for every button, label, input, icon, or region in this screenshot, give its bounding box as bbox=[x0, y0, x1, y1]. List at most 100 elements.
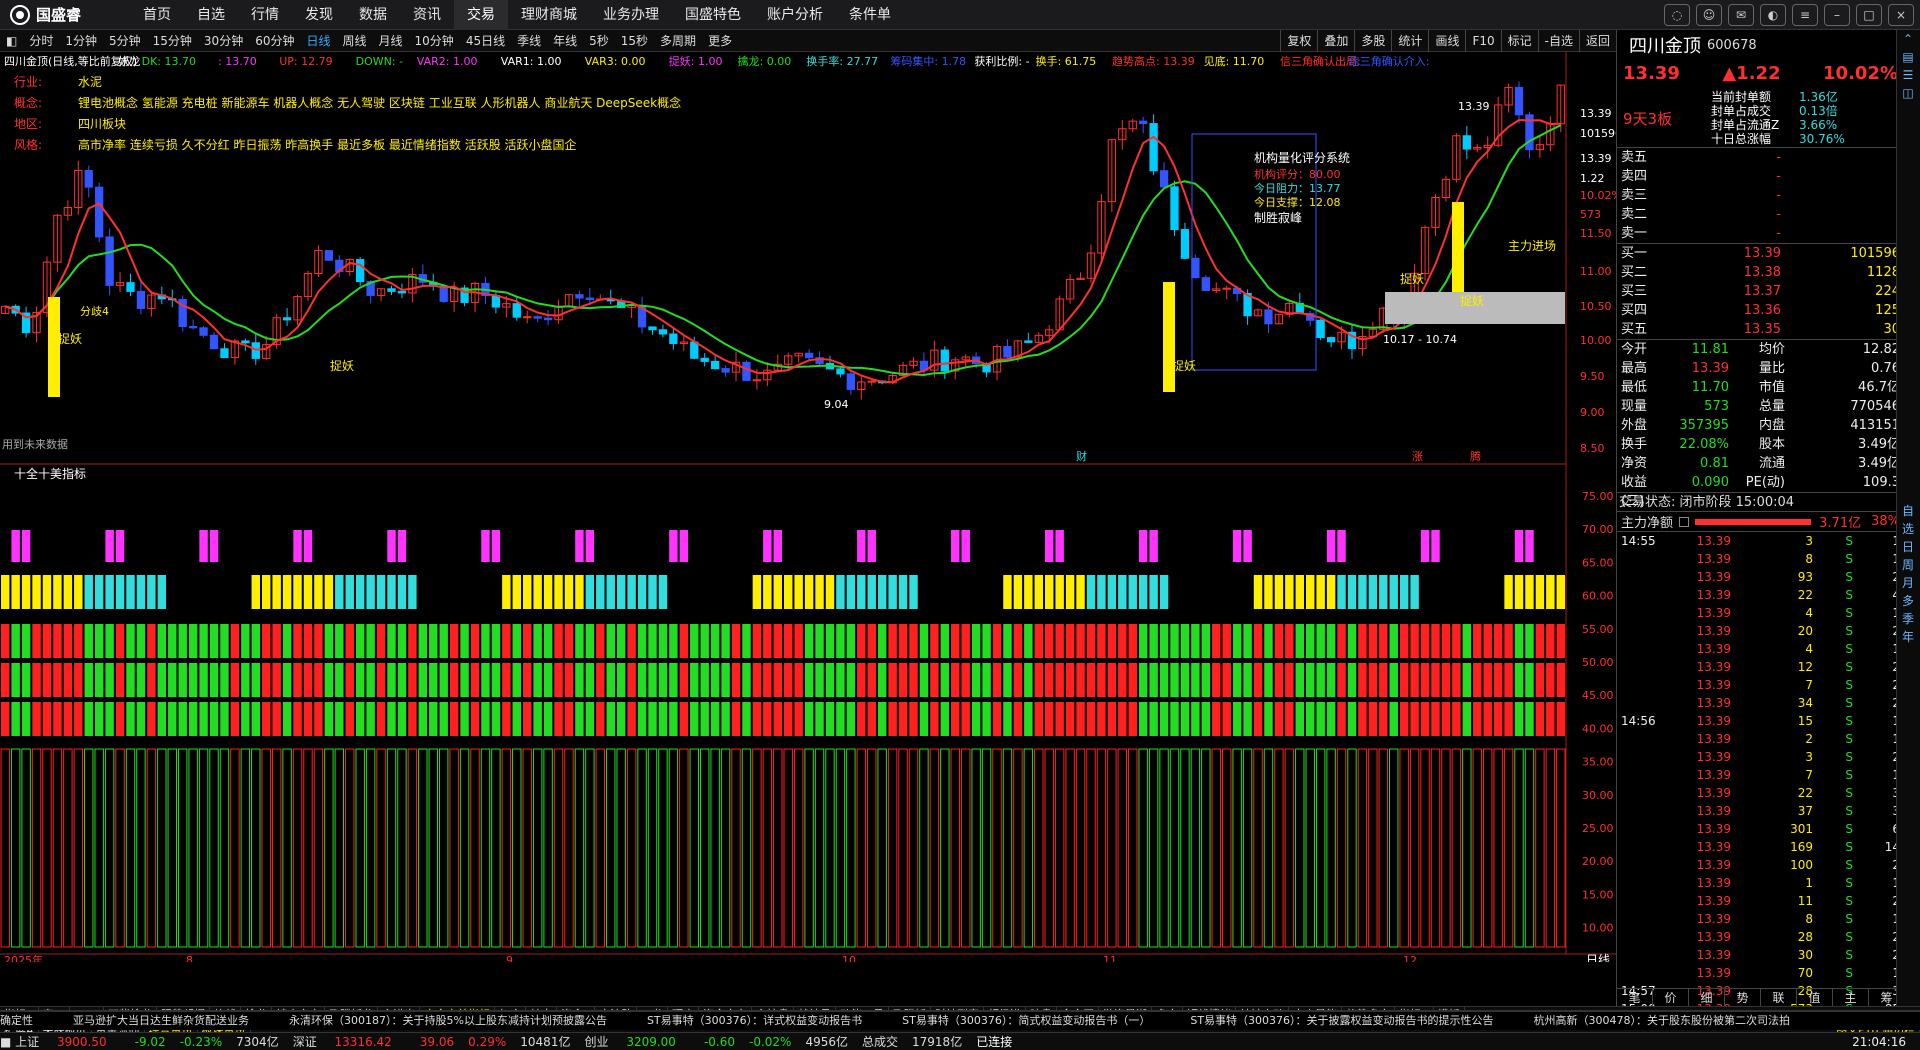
tick-list[interactable]: 14:5513.393S113.398S113.3993S213.3922S41… bbox=[1617, 532, 1904, 1018]
detail-tab[interactable]: 联 bbox=[1761, 989, 1797, 1006]
side-tab[interactable]: 自 bbox=[1897, 502, 1919, 520]
flow-toggle-icon[interactable] bbox=[1679, 516, 1690, 527]
menu-item[interactable]: 行情 bbox=[238, 0, 292, 30]
minimize-icon[interactable]: – bbox=[1824, 4, 1850, 26]
chart-tool[interactable]: F10 bbox=[1465, 30, 1500, 52]
index-sh[interactable]: ■ 上证 3900.50 bbox=[0, 1033, 121, 1050]
period-tab[interactable]: 10分钟 bbox=[409, 30, 460, 52]
menu-item[interactable]: 理财商城 bbox=[508, 0, 590, 30]
user-icon[interactable]: ☺ bbox=[1696, 4, 1722, 26]
menu-item[interactable]: 数据 bbox=[346, 0, 400, 30]
indicator-outline-bar bbox=[1065, 748, 1075, 948]
menu-item[interactable]: 自选 bbox=[184, 0, 238, 30]
indicator-bar bbox=[773, 702, 782, 736]
side-tab[interactable]: 月 bbox=[1897, 574, 1919, 592]
side-tab[interactable]: 年 bbox=[1897, 628, 1919, 646]
menu-item[interactable]: 账户分析 bbox=[754, 0, 836, 30]
chat-icon[interactable]: ◌ bbox=[1664, 4, 1690, 26]
indicator-bar bbox=[293, 624, 302, 658]
period-tab[interactable]: 60分钟 bbox=[249, 30, 300, 52]
news-item[interactable]: 确定性 bbox=[0, 1012, 33, 1029]
indicator-outline-bar bbox=[407, 748, 418, 948]
orderbook-row[interactable]: 买二 13.38 1128 bbox=[1617, 263, 1904, 282]
indicator-outline-bar bbox=[1086, 748, 1096, 948]
orderbook-row[interactable]: 卖二 - bbox=[1617, 205, 1904, 224]
period-tab[interactable]: 多周期 bbox=[654, 30, 702, 52]
chart-tool[interactable]: 画线 bbox=[1428, 30, 1465, 52]
side-tab[interactable]: 选 bbox=[1897, 520, 1919, 538]
menu-icon[interactable]: ≡ bbox=[1792, 4, 1818, 26]
news-item[interactable]: 杭州高新（300478）：关于股东股份被第二次司法拍 bbox=[1534, 1012, 1791, 1029]
period-tab[interactable]: 年线 bbox=[547, 30, 583, 52]
detail-tab[interactable]: 主 bbox=[1833, 989, 1869, 1006]
news-item[interactable]: 永清环保（300187）：关于持股5%以上股东减持计划预披露公告 bbox=[289, 1012, 607, 1029]
menu-item[interactable]: 资讯 bbox=[400, 0, 454, 30]
candle-body bbox=[585, 297, 595, 301]
kline-chart[interactable]: 四川金顶(日线,等比前复权)妖龙 DK: 13.70: 13.70 UP: 12.7… bbox=[0, 52, 1616, 962]
maximize-icon[interactable]: □ bbox=[1856, 4, 1882, 26]
chart-tool[interactable]: 复权 bbox=[1280, 30, 1317, 52]
index-sz[interactable]: 深证 13316.42 bbox=[293, 1033, 406, 1050]
news-item[interactable]: 亚马逊扩大当日达生鲜杂货配送业务 bbox=[73, 1012, 249, 1029]
indicator-bar bbox=[376, 702, 386, 736]
side-tab[interactable]: 日 bbox=[1897, 538, 1919, 556]
index-cy[interactable]: 创业 3209.00 bbox=[584, 1033, 689, 1050]
period-tab[interactable]: 30分钟 bbox=[198, 30, 249, 52]
chart-icon[interactable]: ◫ bbox=[1897, 84, 1919, 102]
orderbook-row[interactable]: 卖三 - bbox=[1617, 186, 1904, 205]
detail-tab[interactable]: 价 bbox=[1653, 989, 1689, 1006]
period-tab[interactable]: 分时 bbox=[23, 30, 59, 52]
news-item[interactable]: ST易事特（300376）：详式权益变动报告书 bbox=[647, 1012, 862, 1029]
indicator-bar bbox=[1034, 663, 1043, 697]
period-tab[interactable]: 15秒 bbox=[615, 30, 654, 52]
period-tab[interactable]: 季线 bbox=[511, 30, 547, 52]
side-tab[interactable]: 季 bbox=[1897, 610, 1919, 628]
detail-tab[interactable]: 笔 bbox=[1617, 989, 1653, 1006]
news-item[interactable]: ST易事特（300376）：简式权益变动报告书（一） bbox=[902, 1012, 1150, 1029]
indicator-outline-bar bbox=[793, 748, 804, 948]
menu-item[interactable]: 业务办理 bbox=[590, 0, 672, 30]
period-tab[interactable]: 周线 bbox=[337, 30, 373, 52]
layout-icon[interactable]: ▤ bbox=[1897, 48, 1919, 66]
menu-item[interactable]: 发现 bbox=[292, 0, 346, 30]
period-tab[interactable]: 月线 bbox=[373, 30, 409, 52]
chart-tool[interactable]: 返回 bbox=[1578, 30, 1616, 52]
menu-item[interactable]: 首页 bbox=[130, 0, 184, 30]
menu-item[interactable]: 交易 bbox=[454, 0, 508, 30]
orderbook-row[interactable]: 卖一 - bbox=[1617, 224, 1904, 243]
chart-tool[interactable]: 统计 bbox=[1391, 30, 1428, 52]
chart-tool[interactable]: 多股 bbox=[1354, 30, 1391, 52]
close-icon[interactable]: × bbox=[1888, 4, 1914, 26]
detail-tab[interactable]: 值 bbox=[1797, 989, 1833, 1006]
chart-tool[interactable]: -自选 bbox=[1537, 30, 1579, 52]
period-tab[interactable]: 45日线 bbox=[460, 30, 511, 52]
toggle-icon[interactable]: ◧ bbox=[0, 30, 23, 52]
orderbook-row[interactable]: 买三 13.37 224 bbox=[1617, 282, 1904, 301]
period-tab[interactable]: 15分钟 bbox=[147, 30, 198, 52]
detail-tab[interactable]: 细 bbox=[1689, 989, 1725, 1006]
chart-tool[interactable]: 叠加 bbox=[1317, 30, 1354, 52]
indicator-bar bbox=[825, 624, 835, 658]
orderbook-row[interactable]: 买五 13.35 30 bbox=[1617, 320, 1904, 339]
orderbook-row[interactable]: 卖五 - bbox=[1617, 148, 1904, 167]
period-tab[interactable]: 日线 bbox=[300, 30, 336, 52]
period-tab[interactable]: 5秒 bbox=[583, 30, 615, 52]
news-item[interactable]: ST易事特（300376）：关于披露权益变动报告书的提示性公告 bbox=[1190, 1012, 1493, 1029]
side-tab[interactable]: 多 bbox=[1897, 592, 1919, 610]
period-tab[interactable]: 1分钟 bbox=[59, 30, 103, 52]
orderbook-row[interactable]: 买一 13.39 101596 bbox=[1617, 244, 1904, 263]
skin-icon[interactable]: ◐ bbox=[1760, 4, 1786, 26]
period-tab[interactable]: 5分钟 bbox=[103, 30, 147, 52]
period-tab[interactable]: 更多 bbox=[702, 30, 738, 52]
detail-tab[interactable]: 势 bbox=[1725, 989, 1761, 1006]
arrow-up-icon[interactable]: ⌃ bbox=[1897, 30, 1919, 48]
chart-tool[interactable]: 标记 bbox=[1500, 30, 1538, 52]
list-icon[interactable]: ☰ bbox=[1897, 66, 1919, 84]
orderbook-row[interactable]: 买四 13.36 125 bbox=[1617, 301, 1904, 320]
candle-body bbox=[648, 326, 657, 331]
mail-icon[interactable]: ✉ bbox=[1728, 4, 1754, 26]
side-tab[interactable]: 周 bbox=[1897, 556, 1919, 574]
orderbook-row[interactable]: 卖四 - bbox=[1617, 167, 1904, 186]
menu-item[interactable]: 条件单 bbox=[836, 0, 904, 30]
menu-item[interactable]: 国盛特色 bbox=[672, 0, 754, 30]
